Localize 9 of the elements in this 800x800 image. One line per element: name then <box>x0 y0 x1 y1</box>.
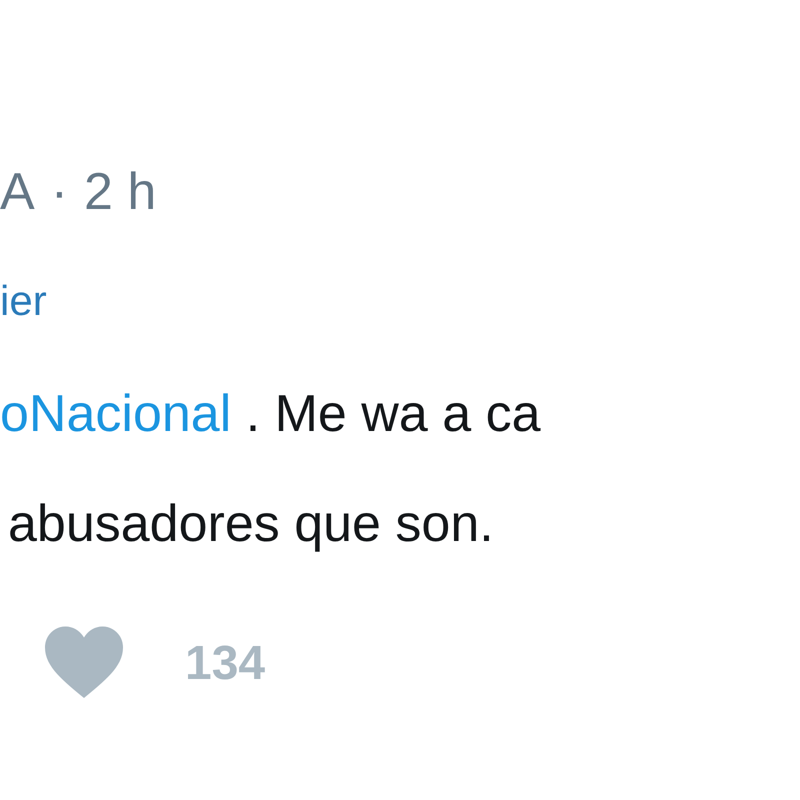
reply-to-link[interactable]: ier <box>0 276 47 326</box>
tweet-text: . Me wa a ca <box>244 384 540 444</box>
author-name: A <box>0 162 35 223</box>
tweet-text: abusadores que son. <box>8 494 494 554</box>
timestamp[interactable]: 2 h <box>84 160 156 224</box>
heart-icon[interactable] <box>45 626 123 700</box>
like-count: 134 <box>185 636 266 690</box>
separator: · <box>50 162 68 223</box>
mention-link[interactable]: oNacional <box>0 384 232 444</box>
